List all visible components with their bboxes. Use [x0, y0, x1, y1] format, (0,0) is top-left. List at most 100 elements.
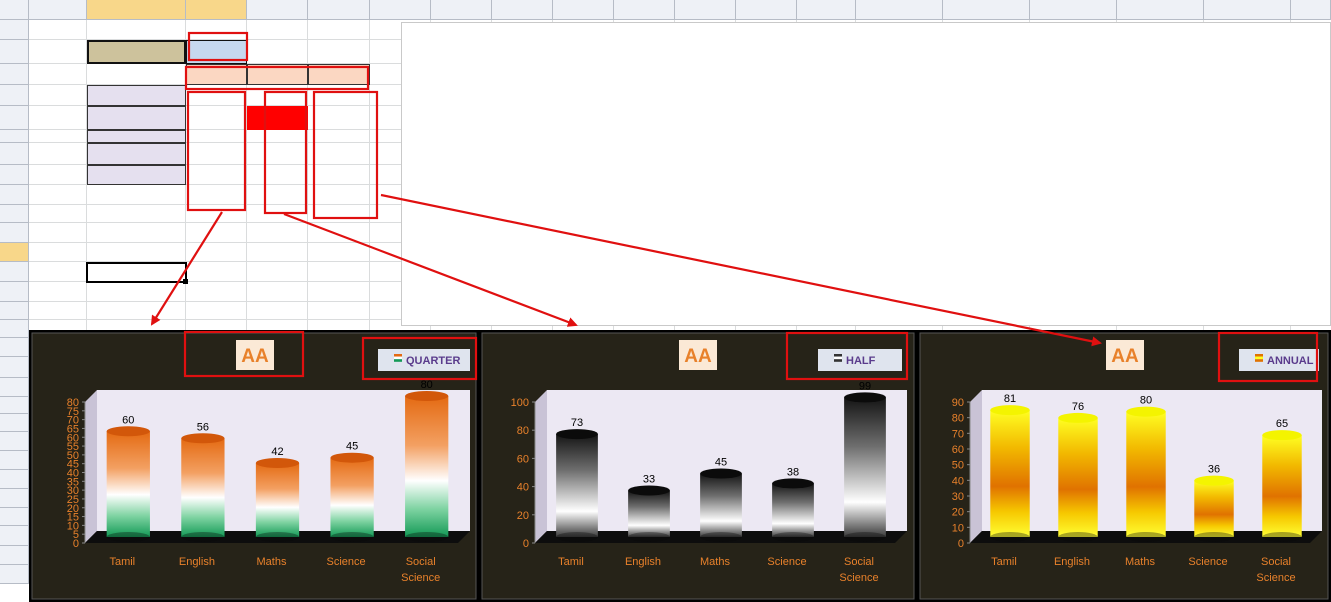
row-header-5[interactable]: [0, 106, 29, 130]
cell-score-1-1[interactable]: [247, 106, 308, 130]
cell-subject-3[interactable]: [87, 143, 186, 165]
row-header-23[interactable]: [0, 451, 29, 470]
cell-score-1-2[interactable]: [308, 106, 370, 130]
cell-score-0-0[interactable]: [186, 85, 247, 106]
column-header-a[interactable]: [29, 0, 87, 20]
row-header-10[interactable]: [0, 205, 29, 223]
cell-period-quarter[interactable]: [186, 64, 247, 85]
gridline-horizontal: [29, 396, 1331, 397]
row-header-19[interactable]: [0, 378, 29, 397]
column-header-j[interactable]: [614, 0, 675, 20]
plot-floor: [85, 531, 470, 543]
row-header-25[interactable]: [0, 489, 29, 508]
cell-id-value[interactable]: [87, 40, 186, 64]
column-header-h[interactable]: [492, 0, 553, 20]
cell-name-label[interactable]: [186, 20, 247, 40]
row-header-28[interactable]: [0, 546, 29, 565]
column-header-g[interactable]: [431, 0, 492, 20]
category-label: Tamil: [558, 556, 584, 568]
bar-base: [330, 532, 374, 542]
y-tick-label: 90: [952, 397, 964, 409]
row-header-26[interactable]: [0, 508, 29, 526]
bar-top: [1194, 475, 1234, 486]
column-header-k[interactable]: [675, 0, 736, 20]
row-header-16[interactable]: [0, 320, 29, 338]
row-header-22[interactable]: [0, 432, 29, 451]
y-tick-label: 20: [517, 510, 529, 522]
row-header-29[interactable]: [0, 565, 29, 584]
category-label: English: [625, 556, 661, 568]
row-header-18[interactable]: [0, 357, 29, 378]
row-header-15[interactable]: [0, 302, 29, 320]
column-header-s[interactable]: [1291, 0, 1331, 20]
cell-subject-2[interactable]: [87, 130, 186, 143]
column-header-b[interactable]: [87, 0, 186, 20]
row-header-24[interactable]: [0, 470, 29, 489]
bar-base: [181, 532, 225, 542]
cell-score-2-1[interactable]: [247, 130, 308, 143]
cell-subject-0[interactable]: [87, 85, 186, 106]
column-header-n[interactable]: [856, 0, 943, 20]
column-header-p[interactable]: [1030, 0, 1117, 20]
column-header-r[interactable]: [1204, 0, 1291, 20]
row-header-27[interactable]: [0, 526, 29, 546]
cell-score-3-0[interactable]: [186, 143, 247, 165]
bar-base: [844, 532, 886, 542]
cell-period-annual[interactable]: [308, 64, 370, 85]
cell-score-0-1[interactable]: [247, 85, 308, 106]
cell-score-4-1[interactable]: [247, 165, 308, 185]
row-header-21[interactable]: [0, 414, 29, 432]
column-header-f[interactable]: [370, 0, 431, 20]
cell-name-value[interactable]: [186, 40, 247, 64]
column-header-d[interactable]: [247, 0, 308, 20]
row-header-12[interactable]: [0, 243, 29, 262]
y-tick-label: 60: [517, 453, 529, 465]
cell-score-0-2[interactable]: [308, 85, 370, 106]
column-header-c[interactable]: [186, 0, 247, 20]
column-header-m[interactable]: [797, 0, 856, 20]
category-label: Tamil: [991, 556, 1017, 568]
plot-back-wall: [547, 390, 907, 531]
cell-score-1-0[interactable]: [186, 106, 247, 130]
chart-frame: [479, 330, 917, 602]
row-header-3[interactable]: [0, 64, 29, 85]
row-header-7[interactable]: [0, 143, 29, 165]
column-header-l[interactable]: [736, 0, 797, 20]
cell-a1[interactable]: [29, 20, 87, 40]
row-header-14[interactable]: [0, 282, 29, 302]
bar: [844, 397, 886, 537]
bar-top: [628, 485, 670, 496]
cell-score-2-2[interactable]: [308, 130, 370, 143]
bar-base: [1126, 532, 1166, 542]
row-header-4[interactable]: [0, 85, 29, 106]
column-header-q[interactable]: [1117, 0, 1204, 20]
row-header-13[interactable]: [0, 262, 29, 282]
row-header-9[interactable]: [0, 185, 29, 205]
row-header-20[interactable]: [0, 397, 29, 414]
column-header-e[interactable]: [308, 0, 370, 20]
row-header-2[interactable]: [0, 40, 29, 64]
bar-base: [106, 532, 150, 542]
cell-score-2-0[interactable]: [186, 130, 247, 143]
fill-handle[interactable]: [183, 279, 188, 284]
row-header-11[interactable]: [0, 223, 29, 243]
selected-cell-b12[interactable]: [86, 262, 187, 283]
column-header-o[interactable]: [943, 0, 1030, 20]
cell-score-4-2[interactable]: [308, 165, 370, 185]
cell-score-3-1[interactable]: [247, 143, 308, 165]
plot-floor: [535, 531, 907, 543]
row-header-17[interactable]: [0, 338, 29, 357]
cell-subject-4[interactable]: [87, 165, 186, 185]
cell-period-half[interactable]: [247, 64, 308, 85]
row-header-6[interactable]: [0, 130, 29, 143]
y-tick-label: 30: [67, 485, 79, 497]
cell-score-3-2[interactable]: [308, 143, 370, 165]
column-header-i[interactable]: [553, 0, 614, 20]
cell-subject-1[interactable]: [87, 106, 186, 130]
row-header-1[interactable]: [0, 20, 29, 40]
row-header-8[interactable]: [0, 165, 29, 185]
gridline-horizontal: [29, 507, 1331, 508]
cell-id-label[interactable]: [87, 20, 186, 40]
cell-score-4-0[interactable]: [186, 165, 247, 185]
select-all-corner[interactable]: [0, 0, 29, 20]
